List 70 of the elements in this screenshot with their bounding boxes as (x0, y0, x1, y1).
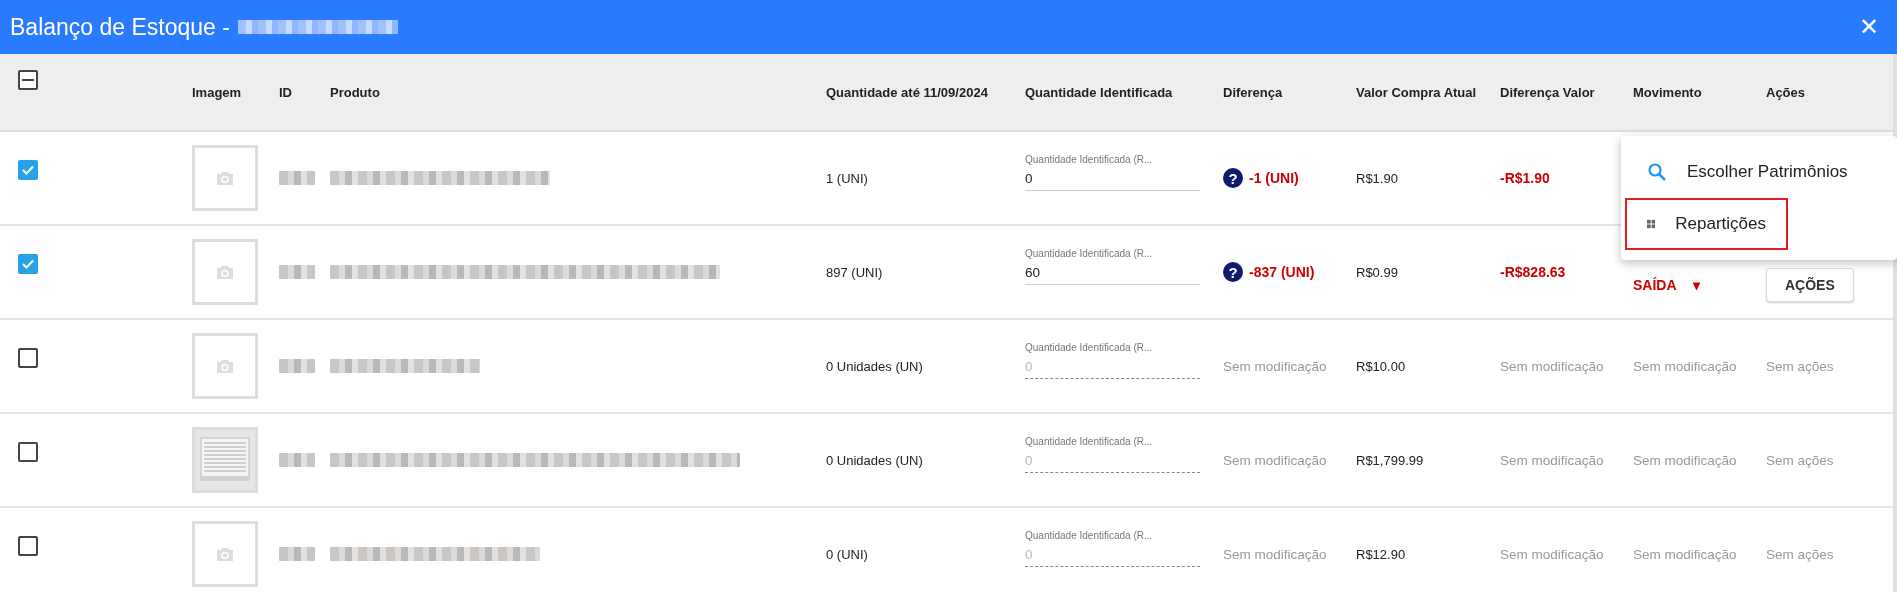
field-label: Quantidade Identificada (R... (1025, 529, 1154, 541)
column-header: Valor Compra Atual (1356, 84, 1477, 100)
camera-icon (216, 358, 234, 374)
camera-icon (216, 546, 234, 562)
column-header: Produto (330, 84, 380, 100)
window-title: Balanço de Estoque - (10, 13, 230, 41)
difference-value: -1 (UNI) (1249, 170, 1299, 186)
price-text: R$1.90 (1356, 170, 1398, 186)
help-icon[interactable]: ? (1223, 168, 1243, 188)
difference-amount-value: -R$828.63 (1500, 264, 1566, 280)
menu-item[interactable]: Escolher Patrimônios (1625, 146, 1893, 198)
price-text: R$0.99 (1356, 264, 1398, 280)
check-icon (21, 163, 35, 177)
difference-amount-value: -R$1.90 (1500, 170, 1550, 186)
search-icon (1647, 162, 1667, 182)
checkbox[interactable] (18, 160, 38, 180)
quantity-text: 1 (UNI) (826, 170, 868, 186)
camera-icon (216, 170, 234, 186)
help-icon[interactable]: ? (1223, 262, 1243, 282)
no-change-text: Sem modificação (1633, 452, 1737, 468)
price-text: R$12.90 (1356, 546, 1406, 562)
no-change-text: Sem ações (1766, 452, 1834, 468)
no-change-text: Sem modificação (1223, 452, 1327, 468)
movement-select[interactable]: SAÍDA ▾ (1633, 277, 1700, 293)
no-change-text: Sem modificação (1500, 358, 1604, 374)
column-header: Diferença Valor (1500, 84, 1595, 100)
no-change-text: Sem modificação (1633, 358, 1737, 374)
check-icon (21, 257, 35, 271)
checkbox[interactable] (18, 536, 38, 556)
no-change-text: Sem ações (1766, 546, 1834, 562)
menu-item[interactable]: Repartições (1625, 198, 1788, 250)
column-header: ID (279, 84, 292, 100)
field-label: Quantidade Identificada (R... (1025, 435, 1154, 447)
quantity-text: 0 Unidades (UN) (826, 358, 923, 374)
no-change-text: Sem ações (1766, 358, 1834, 374)
no-change-text: Sem modificação (1500, 546, 1604, 562)
difference-value: -837 (UNI) (1249, 264, 1315, 280)
checkbox[interactable] (18, 254, 38, 274)
redacted-text (279, 453, 315, 467)
checkbox[interactable] (18, 348, 38, 368)
actions-button[interactable]: AÇÕES (1766, 268, 1854, 302)
quantity-text: 897 (UNI) (826, 264, 883, 280)
column-header: Quantidade Identificada (1025, 84, 1173, 100)
no-change-text: Sem modificação (1633, 546, 1737, 562)
close-button[interactable]: ✕ (1851, 9, 1887, 45)
redacted-text (279, 265, 315, 279)
minus-icon (22, 79, 34, 81)
checkbox[interactable] (18, 70, 38, 90)
price-text: R$10.00 (1356, 358, 1406, 374)
quantity-text: 0 (UNI) (826, 546, 868, 562)
column-header: Ações (1766, 84, 1806, 100)
column-header: Imagem (192, 84, 242, 100)
column-header: Movimento (1633, 84, 1702, 100)
no-change-text: Sem modificação (1223, 546, 1327, 562)
no-change-text: Sem modificação (1500, 452, 1604, 468)
price-text: R$1,799.99 (1356, 452, 1424, 468)
no-change-text: Sem modificação (1223, 358, 1327, 374)
field-label: Quantidade Identificada (R... (1025, 153, 1154, 165)
quantity-text: 0 Unidades (UN) (826, 452, 923, 468)
quantity-input[interactable]: 60 (1025, 264, 1200, 285)
redacted-text (279, 359, 315, 373)
checkbox[interactable] (18, 442, 38, 462)
column-header: Quantidade até 11/09/2024 (826, 84, 988, 100)
column-header: Diferença (1223, 84, 1283, 100)
field-label: Quantidade Identificada (R... (1025, 341, 1154, 353)
redacted-text (279, 547, 315, 561)
field-label: Quantidade Identificada (R... (1025, 247, 1154, 259)
quantity-input[interactable]: 0 (1025, 170, 1200, 191)
camera-icon (216, 264, 234, 280)
redacted-text (279, 171, 315, 185)
